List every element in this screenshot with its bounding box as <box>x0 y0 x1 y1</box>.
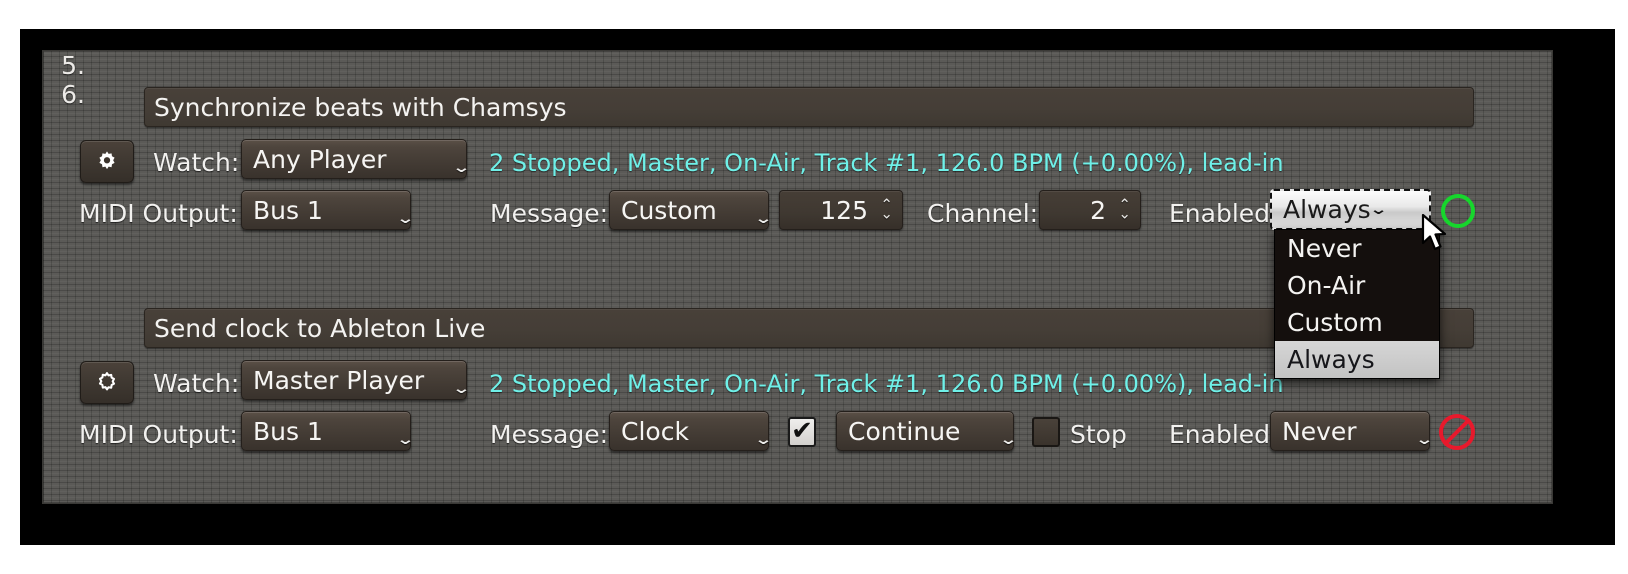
dropdown-option-always[interactable]: Always <box>1275 341 1439 378</box>
midi-output-value-5: Bus 1 <box>253 195 323 225</box>
message-value-6: Clock <box>621 416 689 446</box>
message-select-5[interactable]: Custom ⌄ <box>609 190 773 230</box>
enabled-value-5: Always <box>1283 195 1371 224</box>
gear-filled-icon-button-5[interactable] <box>80 140 134 183</box>
checkmark-icon: ✔ <box>791 416 813 446</box>
stop-checkbox[interactable] <box>1032 417 1060 447</box>
watch-select-6[interactable]: Master Player ⌄ <box>241 360 471 400</box>
watch-select-value-6: Master Player <box>253 365 425 395</box>
watch-label-6: Watch: <box>153 369 240 398</box>
stepper-arrows-icon[interactable]: ⌃ ⌄ <box>1118 197 1131 222</box>
custom-number-value-5: 125 <box>820 195 868 225</box>
gear-outline-icon-button-6[interactable] <box>80 361 134 404</box>
message-label-6: Message: <box>490 420 608 449</box>
gear-outline-icon <box>98 371 116 390</box>
channel-label-5: Channel: <box>927 199 1039 228</box>
enabled-dropdown-popup[interactable]: Never On-Air Custom Always <box>1274 229 1440 379</box>
stepper-arrows-icon[interactable]: ⌃ ⌄ <box>880 197 893 222</box>
enabled-label-6: Enabled: <box>1169 420 1279 449</box>
continue-value-6: Continue <box>848 416 961 446</box>
channel-value-5: 2 <box>1090 195 1106 225</box>
trigger-index-5: 5. <box>61 51 85 80</box>
message-select-6[interactable]: Clock ⌄ <box>609 411 773 451</box>
dropdown-option-never[interactable]: Never <box>1275 230 1439 267</box>
dropdown-option-on-air[interactable]: On-Air <box>1275 267 1439 304</box>
gear-filled-icon <box>99 150 115 169</box>
chevron-down-icon: ⌄ <box>1368 200 1388 218</box>
midi-output-label-6: MIDI Output: <box>79 420 238 449</box>
channel-stepper-5[interactable]: 2 ⌃ ⌄ <box>1039 190 1141 230</box>
watch-label-5: Watch: <box>153 148 240 177</box>
midi-output-select-5[interactable]: Bus 1 ⌄ <box>241 190 415 230</box>
screenshot-root: 5. Synchronize beats with Chamsys Watch:… <box>0 0 1628 574</box>
trigger-index-6: 6. <box>61 80 85 109</box>
continue-checkbox[interactable]: ✔ <box>788 417 816 447</box>
enabled-select-6[interactable]: Never ⌄ <box>1270 411 1434 451</box>
message-label-5: Message: <box>490 199 608 228</box>
stop-label: Stop <box>1070 420 1127 449</box>
custom-number-stepper-5[interactable]: 125 ⌃ ⌄ <box>779 190 903 230</box>
enabled-label-5: Enabled: <box>1169 199 1279 228</box>
message-value-5: Custom <box>621 195 717 225</box>
triggers-panel: 5. Synchronize beats with Chamsys Watch:… <box>42 50 1553 504</box>
player-status-text-5: 2 Stopped, Master, On-Air, Track #1, 126… <box>489 149 1284 177</box>
midi-output-label-5: MIDI Output: <box>79 199 238 228</box>
watch-select-5[interactable]: Any Player ⌄ <box>241 139 471 179</box>
trigger-title-field-5[interactable]: Synchronize beats with Chamsys <box>144 87 1474 127</box>
mouse-cursor <box>1421 214 1447 251</box>
dropdown-option-custom[interactable]: Custom <box>1275 304 1439 341</box>
midi-output-value-6: Bus 1 <box>253 416 323 446</box>
enabled-value-6: Never <box>1282 416 1357 446</box>
disabled-red-no-entry-icon <box>1439 414 1475 450</box>
player-status-text-6: 2 Stopped, Master, On-Air, Track #1, 126… <box>489 370 1284 398</box>
continue-select-6[interactable]: Continue ⌄ <box>836 411 1018 451</box>
midi-output-select-6[interactable]: Bus 1 ⌄ <box>241 411 415 451</box>
enabled-select-5[interactable]: Always ⌄ <box>1270 189 1431 230</box>
watch-select-value-5: Any Player <box>253 144 387 174</box>
